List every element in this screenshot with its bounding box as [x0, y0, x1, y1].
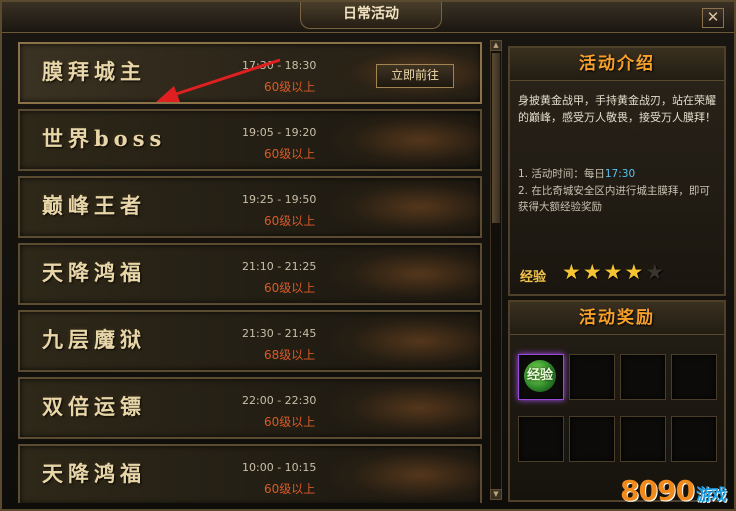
title-bar: 日常活动 ✕ — [2, 2, 734, 33]
go-now-button[interactable]: 立即前往 — [376, 64, 454, 88]
reward-slot[interactable] — [620, 354, 666, 400]
star-empty-icon: ★ — [645, 260, 665, 284]
rule-1-time: 17:30 — [604, 168, 636, 180]
activity-level: 60级以上 — [264, 214, 316, 228]
watermark-text: 游戏 — [695, 485, 727, 504]
activity-row-2[interactable]: 世界boss 19:05 - 19:20 60级以上 — [18, 109, 482, 171]
activity-row-3[interactable]: 巅峰王者 19:25 - 19:50 60级以上 — [18, 176, 482, 238]
activity-time: 22:00 - 22:30 — [242, 394, 317, 407]
star-filled-icon: ★ — [582, 260, 602, 284]
star-filled-icon: ★ — [603, 260, 623, 284]
close-button[interactable]: ✕ — [702, 8, 724, 28]
activity-time: 21:30 - 21:45 — [242, 327, 317, 340]
activity-time: 19:05 - 19:20 — [242, 126, 317, 139]
activity-time: 21:10 - 21:25 — [242, 260, 317, 273]
reward-slot[interactable] — [569, 416, 615, 462]
rule-1-prefix: 1. 活动时间：每日 — [518, 168, 605, 180]
intro-description: 身披黄金战甲，手持黄金战刃，站在荣耀的巅峰，感受万人敬畏，接受万人膜拜！ — [518, 94, 716, 124]
activity-row-6[interactable]: 双倍运镖 22:00 - 22:30 60级以上 — [18, 377, 482, 439]
scroll-down-icon[interactable]: ▼ — [490, 489, 502, 500]
daily-activity-window: 日常活动 ✕ 膜拜城主 17:30 - 18:30 60级以上 立即前往 世界b… — [0, 0, 736, 511]
activity-art — [330, 379, 480, 437]
activity-intro-panel: 活动介绍 身披黄金战甲，手持黄金战刃，站在荣耀的巅峰，感受万人敬畏，接受万人膜拜… — [508, 46, 726, 296]
activity-level: 60级以上 — [264, 415, 316, 429]
activity-level: 68级以上 — [264, 348, 316, 362]
activity-art — [330, 111, 480, 169]
scroll-up-icon[interactable]: ▲ — [490, 40, 502, 51]
activity-time: 10:00 - 10:15 — [242, 461, 317, 474]
star-filled-icon: ★ — [562, 260, 581, 284]
reward-slot[interactable] — [518, 416, 564, 462]
activity-scrollbar[interactable]: ▲ ▼ — [490, 40, 502, 500]
activity-name: 巅峰王者 — [42, 193, 146, 218]
activity-list: 膜拜城主 17:30 - 18:30 60级以上 立即前往 世界boss 19:… — [12, 38, 482, 503]
activity-name: 膜拜城主 — [42, 59, 146, 84]
intro-rule-1: 1. 活动时间：每日17:30 — [518, 166, 718, 182]
activity-reward-panel: 活动奖励 经验 — [508, 300, 726, 502]
activity-art — [330, 178, 480, 236]
window-title: 日常活动 — [300, 2, 442, 29]
intro-rule-2: 2. 在比奇城安全区内进行城主膜拜，即可获得大额经验奖励 — [518, 185, 710, 213]
activity-name: 天降鸿福 — [42, 260, 146, 285]
exp-rating-label: 经验 — [520, 270, 547, 285]
activity-row-4[interactable]: 天降鸿福 21:10 - 21:25 60级以上 — [18, 243, 482, 305]
reward-slot[interactable]: 经验 — [518, 354, 564, 400]
activity-name: 世界boss — [42, 126, 167, 151]
star-filled-icon: ★ — [624, 260, 644, 284]
activity-level: 60级以上 — [264, 281, 316, 295]
activity-time: 19:25 - 19:50 — [242, 193, 317, 206]
exp-orb-icon: 经验 — [524, 360, 556, 392]
reward-slot[interactable] — [671, 416, 717, 462]
reward-slot[interactable] — [569, 354, 615, 400]
activity-level: 60级以上 — [264, 147, 316, 161]
intro-header: 活动介绍 — [510, 48, 724, 81]
reward-slot[interactable] — [671, 354, 717, 400]
activity-level: 60级以上 — [264, 482, 316, 496]
exp-rating-stars: ★★★★★ — [562, 260, 666, 284]
watermark-number: 8090 — [620, 474, 695, 507]
reward-header: 活动奖励 — [510, 302, 724, 335]
activity-art — [330, 446, 480, 503]
activity-row-7[interactable]: 天降鸿福 10:00 - 10:15 60级以上 — [18, 444, 482, 503]
activity-art — [330, 312, 480, 370]
pointer-arrow-icon — [156, 58, 281, 102]
activity-name: 九层魔狱 — [42, 327, 146, 352]
activity-art — [330, 245, 480, 303]
activity-row-5[interactable]: 九层魔狱 21:30 - 21:45 68级以上 — [18, 310, 482, 372]
site-watermark: 8090 游戏 — [620, 474, 727, 507]
activity-name: 双倍运镖 — [42, 394, 146, 419]
scroll-thumb[interactable] — [492, 53, 500, 223]
reward-slot[interactable] — [620, 416, 666, 462]
activity-name: 天降鸿福 — [42, 461, 146, 486]
